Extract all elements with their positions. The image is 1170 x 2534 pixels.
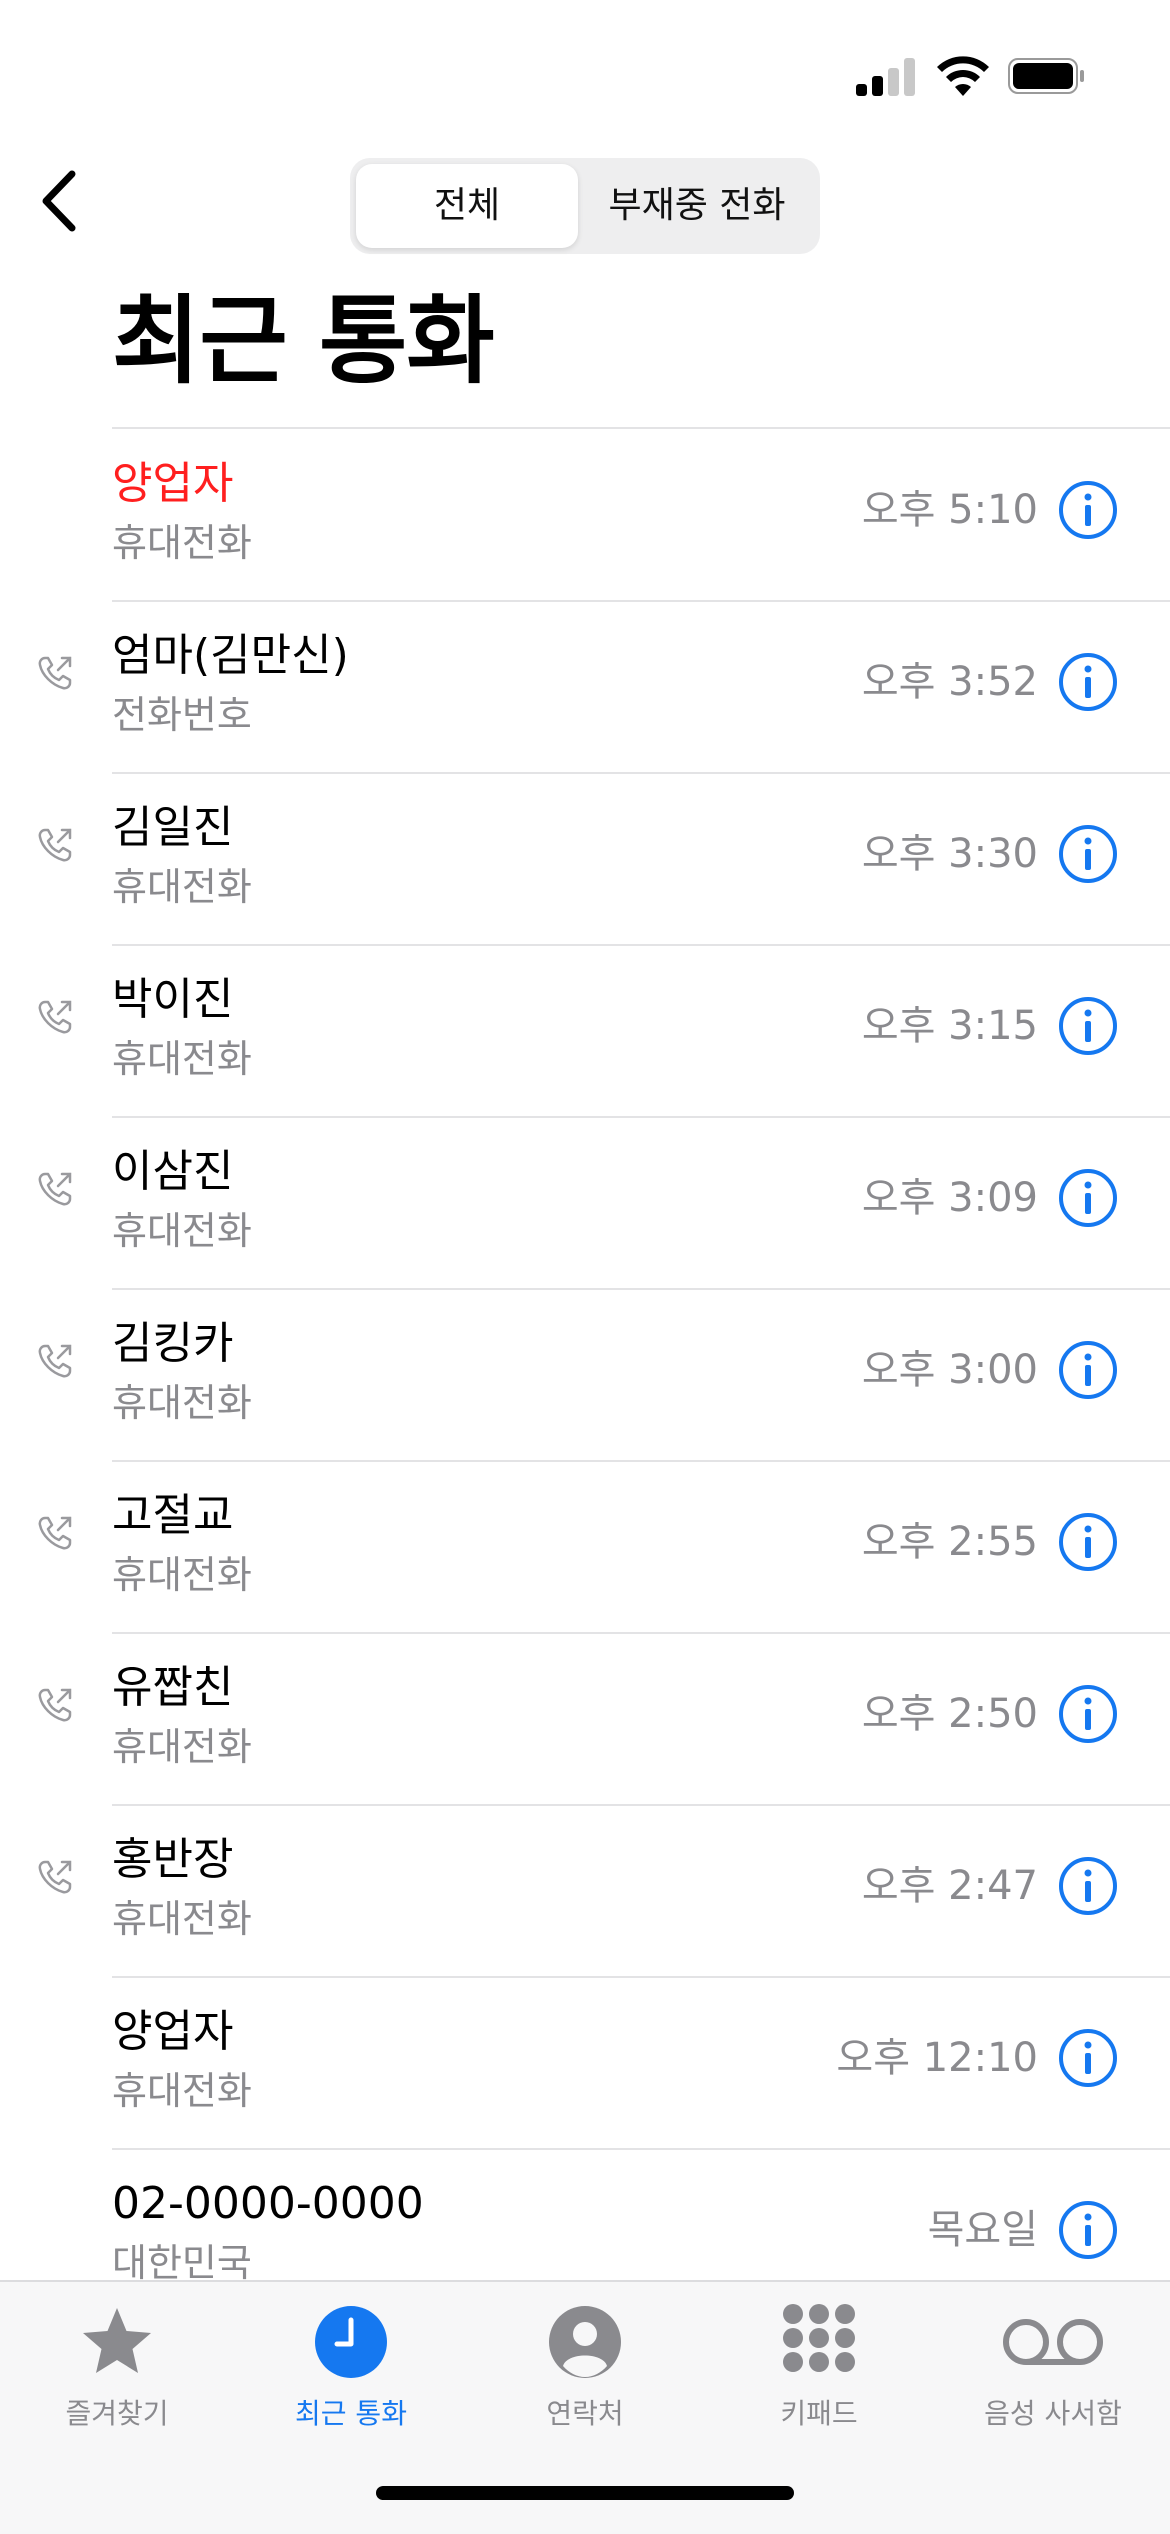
call-time: 오후 3:52: [861, 659, 1038, 705]
caller-name: 엄마(김만신): [112, 630, 349, 681]
call-type: 휴대전화: [112, 1381, 252, 1425]
info-icon[interactable]: [1058, 2200, 1118, 2260]
outgoing-call-icon: [38, 1172, 72, 1206]
tab-label: 키패드: [780, 2397, 858, 2430]
outgoing-call-icon: [38, 1688, 72, 1722]
tab-voicemail[interactable]: 음성 사서함: [936, 2302, 1170, 2442]
call-row[interactable]: 양업자 휴대전화 오후 5:10: [112, 430, 1170, 602]
cellular-signal-icon: [856, 56, 918, 96]
outgoing-call-icon: [38, 1860, 72, 1894]
call-time: 오후 5:10: [861, 487, 1038, 533]
call-row[interactable]: 김일진 휴대전화 오후 3:30: [38, 774, 1170, 946]
home-indicator[interactable]: [376, 2486, 794, 2500]
info-icon[interactable]: [1058, 1684, 1118, 1744]
call-time: 오후 12:10: [836, 2035, 1038, 2081]
call-type: 휴대전화: [112, 1553, 252, 1597]
info-icon[interactable]: [1058, 480, 1118, 540]
voicemail-icon: [1003, 2319, 1103, 2365]
call-type: 휴대전화: [112, 865, 252, 909]
tab-label: 음성 사서함: [984, 2397, 1122, 2430]
caller-name: 양업자: [112, 2006, 234, 2057]
call-time: 목요일: [927, 2207, 1038, 2253]
caller-name: 이삼진: [112, 1146, 234, 1197]
caller-name: 박이진: [112, 974, 234, 1025]
info-icon[interactable]: [1058, 2028, 1118, 2088]
call-type: 휴대전화: [112, 2069, 252, 2113]
call-time: 오후 2:47: [861, 1863, 1038, 1909]
info-icon[interactable]: [1058, 996, 1118, 1056]
wifi-icon: [937, 56, 989, 96]
outgoing-call-icon: [38, 1000, 72, 1034]
info-icon[interactable]: [1058, 652, 1118, 712]
status-bar: [0, 0, 1170, 140]
info-icon[interactable]: [1058, 1168, 1118, 1228]
person-icon: [549, 2306, 621, 2378]
tab-favorites[interactable]: 즐겨찾기: [0, 2302, 234, 2442]
caller-name: 김일진: [112, 802, 234, 853]
info-icon[interactable]: [1058, 1856, 1118, 1916]
call-row[interactable]: 고절교 휴대전화 오후 2:55: [38, 1462, 1170, 1634]
call-type: 휴대전화: [112, 521, 252, 565]
call-type: 휴대전화: [112, 1209, 252, 1253]
call-type: 전화번호: [112, 693, 252, 737]
tab-label: 최근 통화: [295, 2397, 407, 2430]
call-filter-segmented-control: 전체 부재중 전화: [350, 158, 820, 254]
call-time: 오후 2:50: [861, 1691, 1038, 1737]
call-row[interactable]: 유짭친 휴대전화 오후 2:50: [38, 1634, 1170, 1806]
caller-name: 양업자: [112, 458, 234, 509]
keypad-icon: [783, 2304, 855, 2372]
call-time: 오후 2:55: [861, 1519, 1038, 1565]
call-row[interactable]: 양업자 휴대전화 오후 12:10: [112, 1978, 1170, 2150]
outgoing-call-icon: [38, 828, 72, 862]
call-type: 휴대전화: [112, 1897, 252, 1941]
tab-keypad[interactable]: 키패드: [702, 2302, 936, 2442]
call-type: 휴대전화: [112, 1037, 252, 1081]
call-time: 오후 3:00: [861, 1347, 1038, 1393]
info-icon[interactable]: [1058, 1512, 1118, 1572]
caller-name: 유짭친: [112, 1662, 234, 1713]
tab-label: 즐겨찾기: [65, 2397, 169, 2430]
caller-name: 홍반장: [112, 1834, 234, 1885]
battery-icon: [1008, 58, 1084, 94]
call-row[interactable]: 박이진 휴대전화 오후 3:15: [38, 946, 1170, 1118]
call-row[interactable]: 엄마(김만신) 전화번호 오후 3:52: [38, 602, 1170, 774]
info-icon[interactable]: [1058, 824, 1118, 884]
outgoing-call-icon: [38, 656, 72, 690]
recent-calls-list: 양업자 휴대전화 오후 5:10 엄마(김만신) 전화번호 오후 3:52 김일…: [0, 430, 1170, 2322]
call-row[interactable]: 김킹카 휴대전화 오후 3:00: [38, 1290, 1170, 1462]
call-time: 오후 3:09: [861, 1175, 1038, 1221]
call-row[interactable]: 홍반장 휴대전화 오후 2:47: [38, 1806, 1170, 1978]
clock-icon: [315, 2306, 387, 2378]
caller-name: 02-0000-0000: [112, 2178, 424, 2229]
tab-label: 연락처: [546, 2397, 624, 2430]
info-icon[interactable]: [1058, 1340, 1118, 1400]
caller-name: 고절교: [112, 1490, 234, 1541]
divider: [112, 427, 1170, 429]
outgoing-call-icon: [38, 1516, 72, 1550]
tab-contacts[interactable]: 연락처: [468, 2302, 702, 2442]
call-time: 오후 3:30: [861, 831, 1038, 877]
tab-recents[interactable]: 최근 통화: [234, 2302, 468, 2442]
call-row[interactable]: 이삼진 휴대전화 오후 3:09: [38, 1118, 1170, 1290]
call-type: 휴대전화: [112, 1725, 252, 1769]
call-time: 오후 3:15: [861, 1003, 1038, 1049]
back-button[interactable]: [34, 166, 86, 236]
segment-all[interactable]: 전체: [356, 164, 578, 248]
segment-missed[interactable]: 부재중 전화: [580, 164, 814, 248]
page-title: 최근 통화: [112, 285, 495, 397]
star-icon: [83, 2308, 151, 2373]
caller-name: 김킹카: [112, 1318, 234, 1369]
outgoing-call-icon: [38, 1344, 72, 1378]
